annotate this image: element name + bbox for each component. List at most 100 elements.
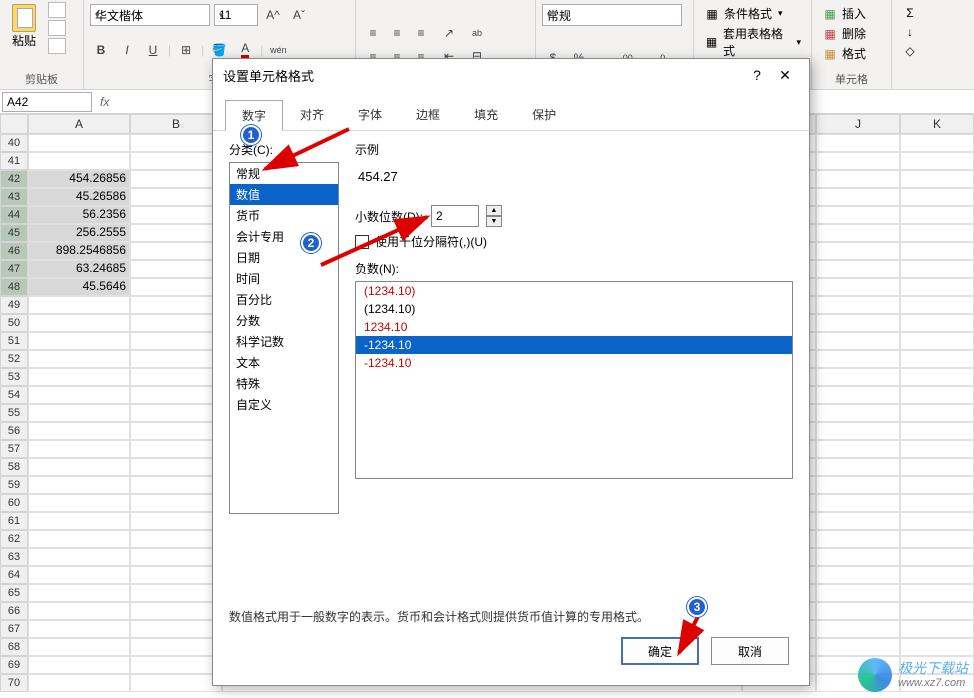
cell[interactable]	[900, 206, 974, 224]
cell[interactable]	[816, 476, 900, 494]
row-header[interactable]: 52	[0, 350, 28, 368]
cell[interactable]	[28, 548, 130, 566]
column-header[interactable]: J	[816, 114, 900, 134]
cell[interactable]	[28, 674, 130, 692]
row-header[interactable]: 40	[0, 134, 28, 152]
spinner-down[interactable]: ▼	[486, 216, 502, 227]
name-box[interactable]: A42	[2, 92, 92, 112]
cell[interactable]	[900, 620, 974, 638]
row-header[interactable]: 53	[0, 368, 28, 386]
row-header[interactable]: 47	[0, 260, 28, 278]
cell[interactable]	[130, 638, 222, 656]
cell[interactable]	[900, 296, 974, 314]
row-header[interactable]: 54	[0, 386, 28, 404]
cell[interactable]	[816, 152, 900, 170]
cell[interactable]	[900, 188, 974, 206]
cell[interactable]	[130, 314, 222, 332]
cell[interactable]	[28, 368, 130, 386]
cell[interactable]	[130, 278, 222, 296]
copy-button[interactable]	[48, 20, 66, 36]
row-header[interactable]: 62	[0, 530, 28, 548]
fill-button[interactable]: ↓	[898, 23, 960, 41]
cell[interactable]	[130, 440, 222, 458]
cell[interactable]: 45.5646	[28, 278, 130, 296]
cell[interactable]	[900, 260, 974, 278]
format-cells-button[interactable]: ▦格式	[818, 44, 885, 63]
row-header[interactable]: 66	[0, 602, 28, 620]
cell[interactable]	[130, 332, 222, 350]
cell[interactable]	[816, 512, 900, 530]
cell[interactable]	[28, 512, 130, 530]
cell[interactable]	[130, 350, 222, 368]
cell[interactable]	[28, 296, 130, 314]
cell[interactable]	[816, 278, 900, 296]
delete-cells-button[interactable]: ▦删除	[818, 24, 885, 43]
cell[interactable]	[130, 170, 222, 188]
number-format-combo[interactable]: 常规▾	[542, 4, 682, 26]
row-header[interactable]: 49	[0, 296, 28, 314]
cell[interactable]	[816, 404, 900, 422]
dialog-titlebar[interactable]: 设置单元格格式 ? ✕	[213, 59, 809, 91]
cell[interactable]: 454.26856	[28, 170, 130, 188]
cell[interactable]	[130, 296, 222, 314]
cell[interactable]: 256.2555	[28, 224, 130, 242]
cell[interactable]	[816, 440, 900, 458]
cell[interactable]	[28, 152, 130, 170]
negative-format-item[interactable]: (1234.10)	[356, 300, 792, 318]
cell[interactable]: 45.26586	[28, 188, 130, 206]
cell[interactable]	[28, 656, 130, 674]
row-header[interactable]: 56	[0, 422, 28, 440]
wrap-text-button[interactable]: ab	[466, 22, 488, 44]
negative-format-item[interactable]: -1234.10	[356, 336, 792, 354]
cell[interactable]	[28, 494, 130, 512]
cell[interactable]: 63.24685	[28, 260, 130, 278]
category-list[interactable]: 常规数值货币会计专用日期时间百分比分数科学记数文本特殊自定义	[229, 162, 339, 514]
row-header[interactable]: 60	[0, 494, 28, 512]
bold-button[interactable]: B	[90, 39, 112, 61]
negative-format-item[interactable]: 1234.10	[356, 318, 792, 336]
cell[interactable]	[816, 602, 900, 620]
negative-format-item[interactable]: (1234.10)	[356, 282, 792, 300]
cell[interactable]	[130, 134, 222, 152]
cell[interactable]	[900, 278, 974, 296]
cell[interactable]	[130, 152, 222, 170]
cell[interactable]	[28, 440, 130, 458]
cell[interactable]	[130, 404, 222, 422]
cell[interactable]	[900, 314, 974, 332]
close-button[interactable]: ✕	[771, 63, 799, 87]
cell[interactable]	[28, 476, 130, 494]
cell[interactable]	[900, 566, 974, 584]
row-header[interactable]: 57	[0, 440, 28, 458]
row-header[interactable]: 48	[0, 278, 28, 296]
cell[interactable]	[900, 422, 974, 440]
row-header[interactable]: 70	[0, 674, 28, 692]
category-item[interactable]: 货币	[230, 205, 338, 226]
cell[interactable]	[900, 134, 974, 152]
row-header[interactable]: 50	[0, 314, 28, 332]
fx-button[interactable]: fx	[94, 95, 115, 109]
cell[interactable]	[900, 584, 974, 602]
autosum-button[interactable]: Σ	[898, 4, 960, 22]
cell[interactable]	[900, 440, 974, 458]
decrease-font-button[interactable]: Aˇ	[288, 4, 310, 26]
cell[interactable]	[130, 602, 222, 620]
insert-cells-button[interactable]: ▦插入	[818, 4, 885, 23]
cancel-button[interactable]: 取消	[711, 637, 789, 665]
cell[interactable]	[130, 566, 222, 584]
category-item[interactable]: 日期	[230, 247, 338, 268]
align-top-button[interactable]: ≡	[362, 22, 384, 44]
cell[interactable]	[816, 530, 900, 548]
cell[interactable]: 56.2356	[28, 206, 130, 224]
cell[interactable]	[816, 314, 900, 332]
cell[interactable]	[130, 494, 222, 512]
cell[interactable]	[816, 242, 900, 260]
cell[interactable]	[130, 368, 222, 386]
cell[interactable]	[130, 206, 222, 224]
column-header[interactable]: B	[130, 114, 222, 134]
category-item[interactable]: 文本	[230, 352, 338, 373]
category-item[interactable]: 科学记数	[230, 331, 338, 352]
cell[interactable]	[28, 638, 130, 656]
border-button[interactable]: ⊞	[175, 39, 197, 61]
cell[interactable]	[28, 566, 130, 584]
spinner-up[interactable]: ▲	[486, 205, 502, 216]
